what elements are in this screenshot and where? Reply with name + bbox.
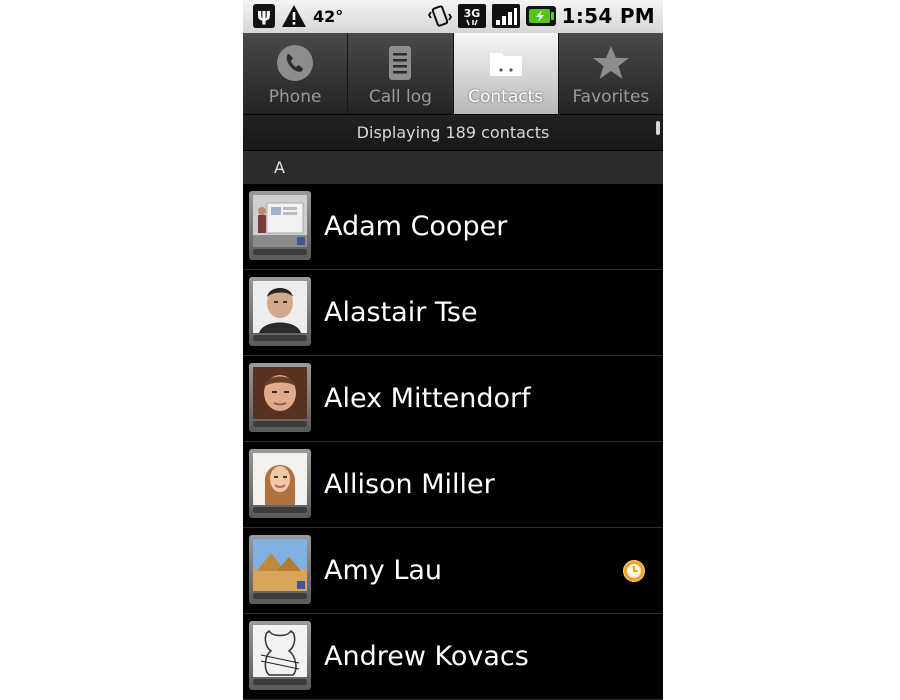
network-3g-icon: 3G <box>457 4 486 28</box>
tab-label: Favorites <box>572 87 650 107</box>
status-bar: ψ 42° 3G 1:54 PM <box>243 0 663 33</box>
pyramids-photo <box>253 539 307 591</box>
tab-label: Contacts <box>468 87 544 107</box>
signal-strength-icon <box>491 4 520 28</box>
call-log-icon <box>380 43 420 83</box>
contact-row[interactable]: Allison Miller <box>243 442 663 528</box>
contact-name: Adam Cooper <box>324 211 508 242</box>
contact-avatar[interactable] <box>249 535 311 604</box>
vibrate-icon <box>427 4 452 28</box>
phone-icon <box>275 43 315 83</box>
temperature: 42° <box>313 6 344 26</box>
tab-bar: Phone Call log Contacts Favorites <box>243 33 663 114</box>
tab-favorites[interactable]: Favorites <box>558 33 663 114</box>
contacts-folder-icon <box>486 43 526 83</box>
contact-name: Amy Lau <box>324 555 443 586</box>
contact-row[interactable]: Andrew Kovacs <box>243 614 663 700</box>
contact-avatar[interactable] <box>249 277 311 346</box>
contact-name: Alastair Tse <box>324 297 478 328</box>
section-header: A <box>243 151 663 184</box>
portrait-photo <box>253 367 307 419</box>
contact-row[interactable]: Alastair Tse <box>243 270 663 356</box>
contact-avatar[interactable] <box>249 191 311 260</box>
scrollbar[interactable] <box>656 121 660 135</box>
battery-charging-icon <box>525 4 556 28</box>
contact-name: Andrew Kovacs <box>324 641 529 672</box>
portrait-photo <box>253 453 307 505</box>
away-clock-icon <box>623 560 645 582</box>
contact-avatar[interactable] <box>249 363 311 432</box>
warning-icon <box>281 4 307 28</box>
usb-icon: ψ <box>253 4 275 28</box>
section-letter: A <box>274 158 285 177</box>
portrait-photo <box>253 281 307 333</box>
contact-avatar[interactable] <box>249 449 311 518</box>
clock: 1:54 PM <box>561 4 655 28</box>
tab-contacts[interactable]: Contacts <box>453 33 559 114</box>
contact-row[interactable]: Adam Cooper <box>243 184 663 270</box>
artwork-photo <box>253 625 307 677</box>
contact-name: Allison Miller <box>324 469 495 500</box>
contacts-count: Displaying 189 contacts <box>243 114 663 150</box>
phone-screen: ψ 42° 3G 1:54 PM Phone Call log Contacts… <box>243 0 663 700</box>
tab-label: Phone <box>268 87 322 107</box>
network-type-label: 3G <box>463 7 480 20</box>
star-icon <box>591 43 631 83</box>
contact-name: Alex Mittendorf <box>324 383 531 414</box>
tab-call-log[interactable]: Call log <box>348 33 454 114</box>
contact-row[interactable]: Amy Lau <box>243 528 663 614</box>
tab-phone[interactable]: Phone <box>243 33 349 114</box>
presentation-photo <box>253 195 307 247</box>
contact-list: Adam Cooper Alastair Tse Alex Mittendorf… <box>243 184 663 700</box>
contact-row[interactable]: Alex Mittendorf <box>243 356 663 442</box>
tab-label: Call log <box>368 87 432 107</box>
contact-avatar[interactable] <box>249 621 311 690</box>
